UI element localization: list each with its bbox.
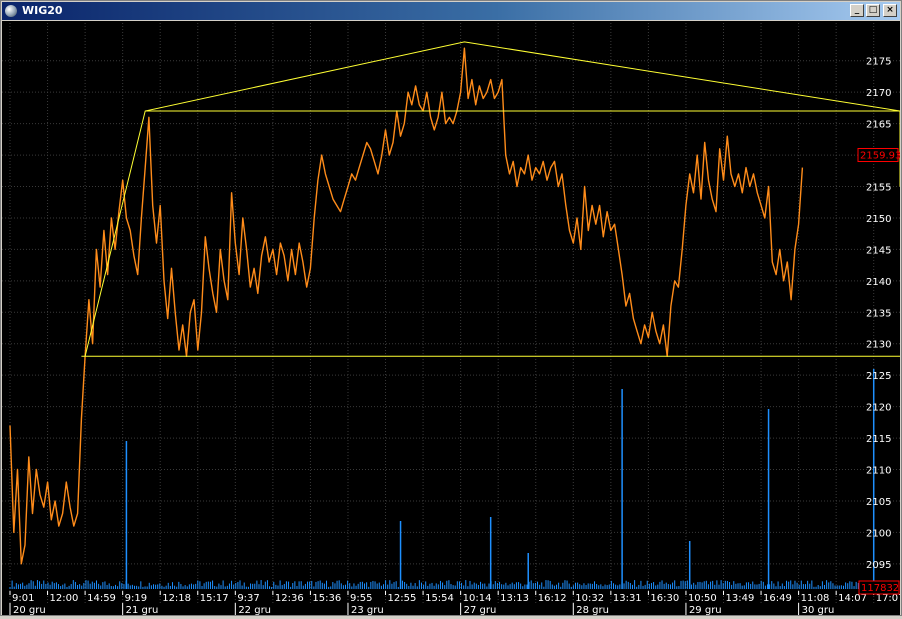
time-tick-label: 15:36 (312, 593, 341, 604)
time-tick-label: 15:17 (200, 593, 229, 604)
time-tick-label: 10:32 (575, 593, 604, 604)
price-tick-label: 2145 (866, 245, 891, 256)
time-tick-label: 14:59 (87, 593, 116, 604)
time-tick-label: 9:01 (12, 593, 34, 604)
time-tick-label: 10:14 (463, 593, 492, 604)
date-tick-label: 28 gru (576, 605, 609, 615)
time-tick-label: 12:55 (388, 593, 417, 604)
date-tick-label: 29 gru (689, 605, 722, 615)
time-tick-label: 9:19 (125, 593, 147, 604)
price-tick-label: 2175 (866, 57, 891, 68)
time-tick-label: 9:55 (350, 593, 372, 604)
time-tick-label: 13:49 (726, 593, 755, 604)
time-tick-label: 13:31 (613, 593, 642, 604)
date-tick-label: 27 gru (464, 605, 497, 615)
last-price-label: 2159.93 (860, 151, 900, 162)
date-tick-label: 30 gru (802, 605, 835, 615)
time-tick-label: 16:30 (650, 593, 679, 604)
time-tick-label: 12:36 (275, 593, 304, 604)
price-tick-label: 2130 (866, 340, 891, 351)
window-title: WIG20 (22, 4, 63, 17)
date-tick-label: 20 gru (13, 605, 46, 615)
date-tick-label: 23 gru (351, 605, 384, 615)
time-tick-label: 14:07 (838, 593, 867, 604)
time-tick-label: 9:37 (237, 593, 259, 604)
time-tick-label: 12:18 (162, 593, 191, 604)
time-tick-label: 11:08 (801, 593, 830, 604)
maximize-button[interactable]: □ (866, 4, 880, 17)
time-tick-label: 16:12 (538, 593, 567, 604)
price-series (9, 47, 804, 565)
price-tick-label: 2170 (866, 88, 891, 99)
time-axis: 9:01 12:00 14:59 9:19 12:18 15:17 9:37 12:36 15:… (9, 591, 902, 616)
time-tick-label: 12:00 (50, 593, 79, 604)
time-tick-label: 15:54 (425, 593, 454, 604)
minimize-button[interactable]: _ (850, 4, 864, 17)
time-tick-label: 10:50 (688, 593, 717, 604)
date-tick-label: 22 gru (238, 605, 271, 615)
price-tick-label: 2120 (866, 403, 891, 414)
app-icon (5, 5, 17, 17)
price-tick-label: 2140 (866, 277, 891, 288)
price-tick-label: 2150 (866, 214, 891, 225)
close-button[interactable]: × (883, 4, 897, 17)
price-tick-label: 2100 (866, 528, 891, 539)
price-chart[interactable]: 2095 2100 2105 2110 2115 2120 2125 2130 2135 2140… (2, 21, 902, 616)
price-tick-label: 2095 (866, 560, 891, 571)
price-tick-label: 2105 (866, 497, 891, 508)
time-tick-label: 16:49 (763, 593, 792, 604)
time-tick-label: 13:13 (500, 593, 529, 604)
grid (2, 23, 900, 603)
chart-window: WIG20 _ □ × 2095 2100 2105 2110 2115 2120 2125… (0, 0, 902, 616)
chart-area[interactable]: 2095 2100 2105 2110 2115 2120 2125 2130 2135 2140… (2, 21, 902, 616)
price-line (9, 47, 804, 565)
price-tick-label: 2155 (866, 183, 891, 194)
price-axis: 2095 2100 2105 2110 2115 2120 2125 2130 2135 2140… (866, 57, 891, 571)
price-tick-label: 2110 (866, 466, 891, 477)
last-volume-label: 117832 (861, 583, 899, 594)
date-tick-label: 21 gru (126, 605, 159, 615)
price-tick-label: 2135 (866, 308, 891, 319)
time-tick-label: 17:07 (876, 593, 900, 604)
trend-lines (81, 41, 901, 357)
price-tick-label: 2165 (866, 120, 891, 131)
price-tick-label: 2115 (866, 434, 891, 445)
price-tick-label: 2125 (866, 371, 891, 382)
title-bar[interactable]: WIG20 _ □ × (2, 2, 900, 20)
